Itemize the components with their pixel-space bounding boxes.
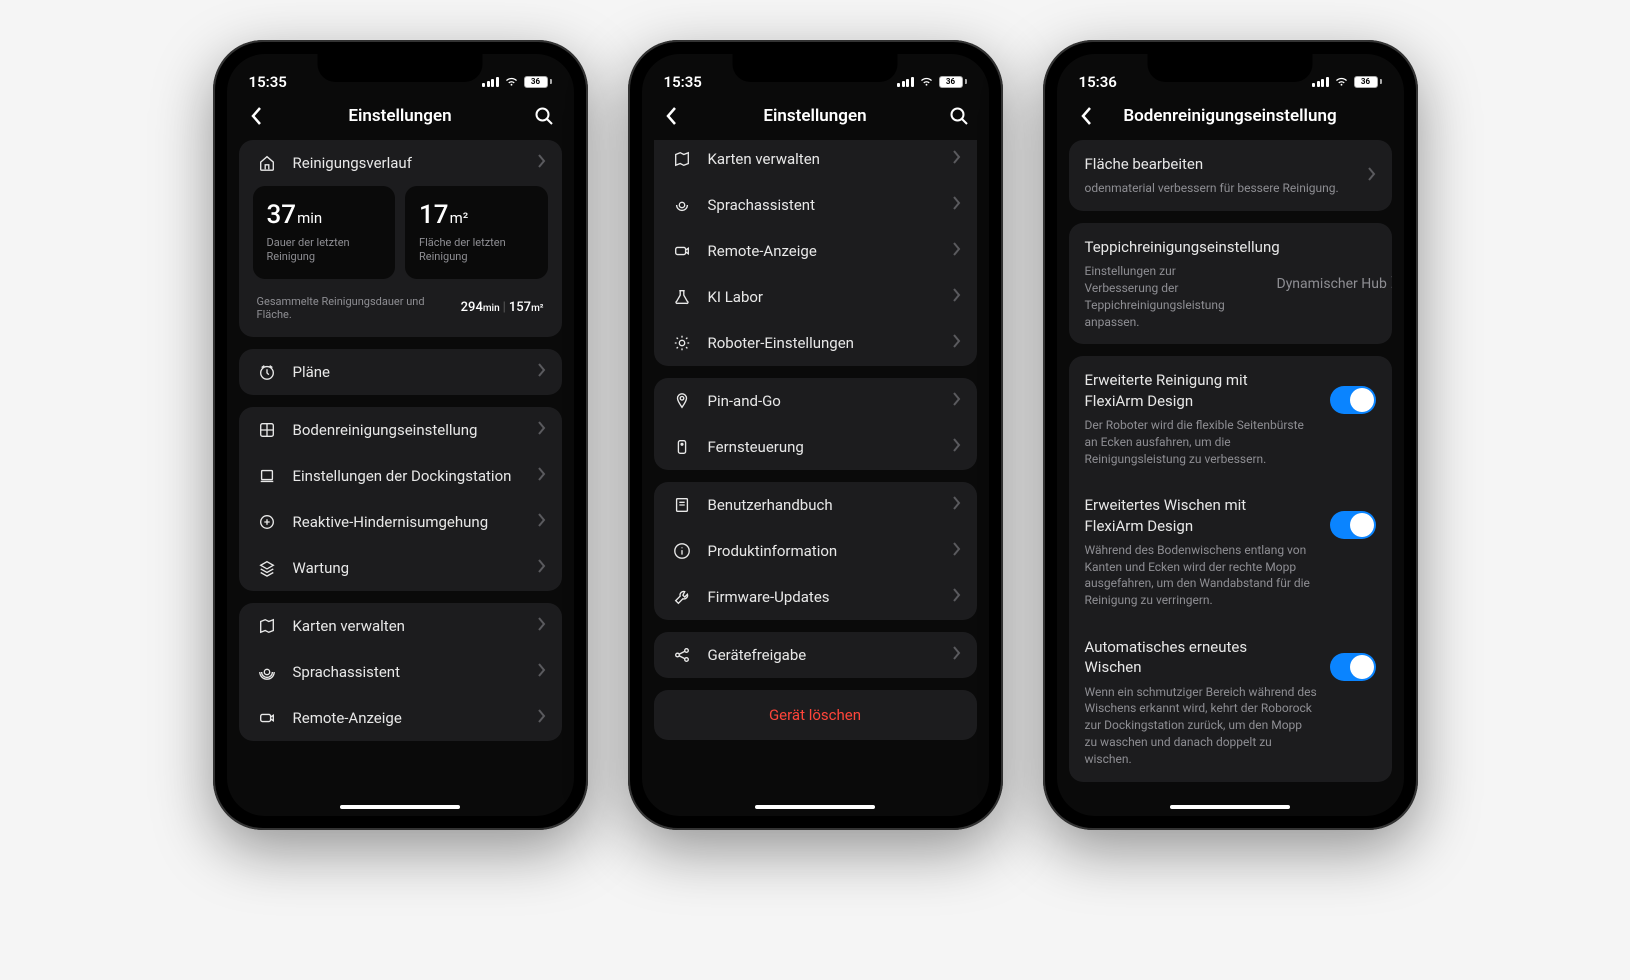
settings-group-a: Bodenreinigungseinstellung Einstellungen… [239,407,562,591]
plans-row[interactable]: Pläne [239,349,562,395]
share-icon [670,646,694,664]
pin-and-go-row[interactable]: Pin-and-Go [654,378,977,424]
battery-icon: 36 [939,76,967,88]
page-title: Einstellungen [686,106,945,126]
status-time: 15:35 [249,73,287,91]
battery-icon: 36 [524,76,552,88]
cellular-icon [1312,77,1329,87]
status-time: 15:36 [1079,73,1117,91]
cellular-icon [482,77,499,87]
stat-area: 17m² Fläche der letzten Reinigung [405,186,548,279]
carpet-cleaning-row[interactable]: Teppichreinigungseinstellung Einstellung… [1069,223,1392,344]
maintenance-row[interactable]: Wartung [239,545,562,591]
wifi-icon [1334,76,1349,87]
map-icon [255,617,279,635]
voice-row[interactable]: Sprachassistent [239,649,562,695]
ai-icon [255,513,279,531]
remote-display-row[interactable]: Remote-Anzeige [239,695,562,741]
back-button[interactable] [243,106,271,126]
wrench-icon [670,588,694,606]
chevron-right-icon [1391,275,1392,293]
back-button[interactable] [1073,106,1101,126]
cleaning-history-row[interactable]: Reinigungsverlauf [239,140,562,186]
dock-icon [255,467,279,485]
remote-icon [670,438,694,456]
edit-area-row[interactable]: Fläche bearbeiten odenmaterial verbesser… [1069,140,1392,211]
page-title: Bodenreinigungseinstellung [1101,106,1360,126]
voice-row[interactable]: Sprachassistent [654,182,977,228]
flexiarm-mop-row: Erweitertes Wischen mit FlexiArm Design … [1069,481,1392,623]
product-info-row[interactable]: Produktinformation [654,528,977,574]
docking-row[interactable]: Einstellungen der Dockingstation [239,453,562,499]
remote-control-row[interactable]: Fernsteuerung [654,424,977,470]
remote-display-row[interactable]: Remote-Anzeige [654,228,977,274]
phone-3: 15:36 36 Bodenreinigungseinstellung Fläc… [1043,40,1418,830]
clock-icon [255,363,279,381]
ai-lab-row[interactable]: KI Labor [654,274,977,320]
home-indicator[interactable] [340,805,460,809]
battery-icon: 36 [1354,76,1382,88]
delete-device-button[interactable]: Gerät löschen [654,690,977,740]
house-icon [255,154,279,172]
flexiarm-clean-toggle[interactable] [1330,386,1376,414]
obstacle-row[interactable]: Reaktive-Hindernisumgehung [239,499,562,545]
back-button[interactable] [658,106,686,126]
phone-2: 15:35 36 Einstellungen Karten verwalten [628,40,1003,830]
layers-icon [255,559,279,577]
stat-duration: 37min Dauer der letzten Reinigung [253,186,396,279]
carpet-value: Dynamischer Hub [1277,276,1387,292]
flexiarm-clean-row: Erweiterte Reinigung mit FlexiArm Design… [1069,356,1392,481]
phone-1: 15:35 36 Einstellungen [213,40,588,830]
cellular-icon [897,77,914,87]
manual-row[interactable]: Benutzerhandbuch [654,482,977,528]
home-indicator[interactable] [755,805,875,809]
camera-icon [670,242,694,260]
gear-icon [670,334,694,352]
chevron-right-icon [538,154,546,172]
voice-icon [670,196,694,214]
search-button[interactable] [945,106,973,126]
device-share-row[interactable]: Gerätefreigabe [654,632,977,678]
totals-label: Gesammelte Reinigungsdauer und Fläche. [257,295,429,321]
flask-icon [670,288,694,306]
totals-value: 294min|157m² [461,300,544,315]
page-title: Einstellungen [271,106,530,126]
auto-remop-toggle[interactable] [1330,653,1376,681]
floor-cleaning-row[interactable]: Bodenreinigungseinstellung [239,407,562,453]
firmware-row[interactable]: Firmware-Updates [654,574,977,620]
home-indicator[interactable] [1170,805,1290,809]
robot-settings-row[interactable]: Roboter-Einstellungen [654,320,977,366]
info-icon [670,542,694,560]
chevron-right-icon [538,363,546,381]
notch [1148,54,1313,82]
grid-icon [255,421,279,439]
chevron-right-icon [1368,166,1376,185]
map-icon [670,150,694,168]
maps-row[interactable]: Karten verwalten [239,603,562,649]
maps-row[interactable]: Karten verwalten [654,140,977,182]
voice-icon [255,663,279,681]
flexiarm-mop-toggle[interactable] [1330,511,1376,539]
search-button[interactable] [530,106,558,126]
notch [318,54,483,82]
camera-icon [255,709,279,727]
book-icon [670,496,694,514]
pin-icon [670,392,694,410]
notch [733,54,898,82]
auto-remop-row: Automatisches erneutes Wischen Wenn ein … [1069,623,1392,781]
status-time: 15:35 [664,73,702,91]
wifi-icon [919,76,934,87]
settings-group-b: Karten verwalten Sprachassistent Remote-… [239,603,562,741]
wifi-icon [504,76,519,87]
